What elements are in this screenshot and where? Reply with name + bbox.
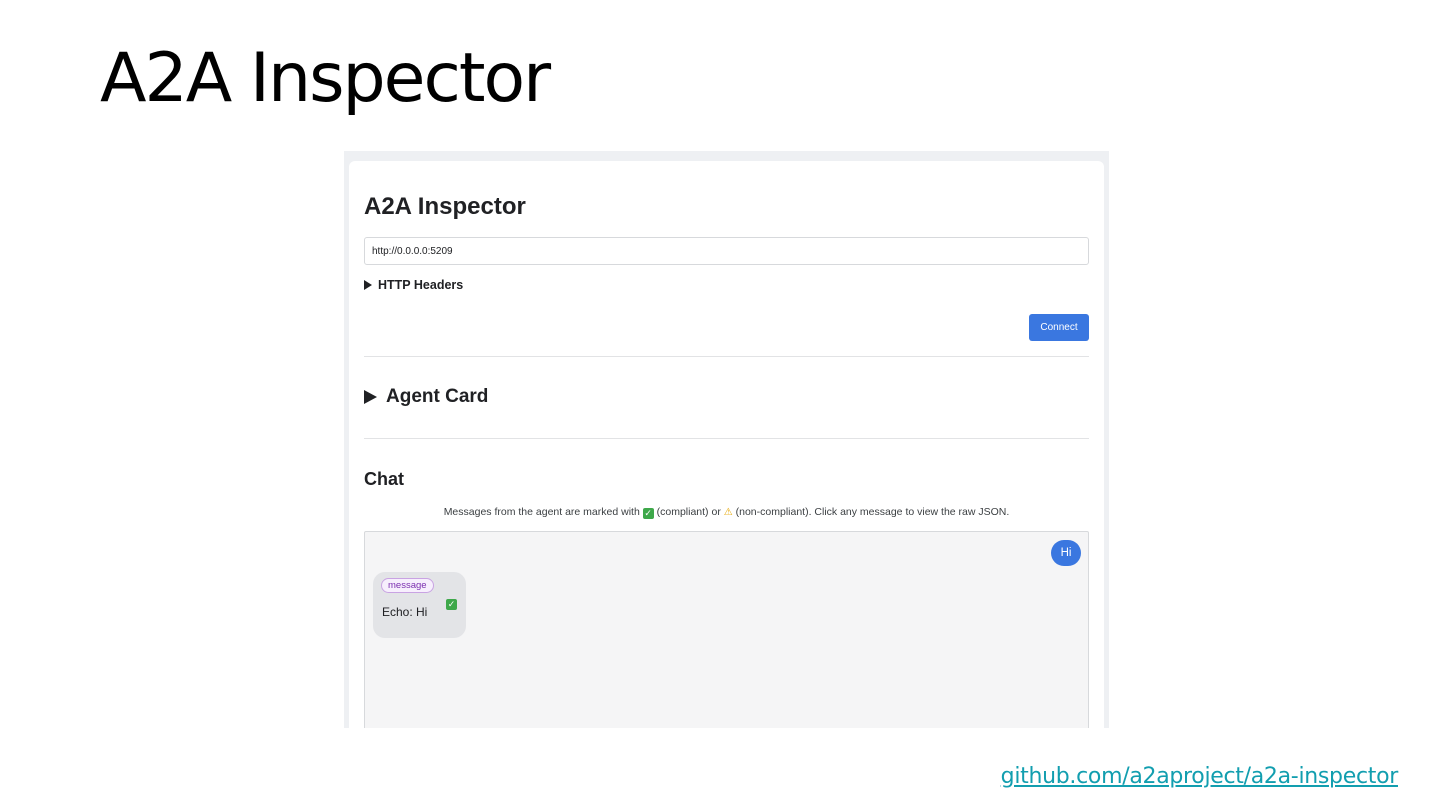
- inspector-card: A2A Inspector HTTP Headers Connect Agent…: [349, 161, 1104, 728]
- divider: [364, 356, 1089, 357]
- triangle-right-icon: [364, 390, 377, 404]
- agent-message-text: Echo: Hi: [382, 605, 428, 619]
- agent-message-bubble[interactable]: message Echo: Hi ✓: [373, 572, 466, 638]
- message-kind-badge: message: [381, 578, 434, 593]
- http-headers-toggle[interactable]: HTTP Headers: [364, 278, 463, 292]
- connect-button[interactable]: Connect: [1029, 314, 1089, 341]
- chat-hint-prefix: Messages from the agent are marked with: [443, 506, 640, 518]
- agent-url-input[interactable]: [364, 237, 1089, 265]
- warning-icon: ⚠: [723, 507, 733, 518]
- screenshot-frame: A2A Inspector HTTP Headers Connect Agent…: [344, 151, 1109, 728]
- triangle-right-icon: [364, 280, 372, 290]
- chat-hint: Messages from the agent are marked with …: [364, 506, 1089, 519]
- divider: [364, 438, 1089, 439]
- chat-title: Chat: [364, 469, 404, 489]
- chat-hint-noncompliant: (non-compliant). Click any message to vi…: [735, 506, 1010, 518]
- agent-card-label: Agent Card: [386, 386, 489, 407]
- slide-title: A2A Inspector: [100, 39, 551, 118]
- agent-card-toggle[interactable]: Agent Card: [364, 386, 488, 408]
- chat-messages-area[interactable]: Hi message Echo: Hi ✓: [364, 531, 1089, 728]
- check-mark-icon: ✓: [642, 508, 654, 519]
- check-mark-icon: ✓: [446, 599, 457, 610]
- http-headers-label: HTTP Headers: [378, 278, 464, 292]
- chat-hint-compliant: (compliant) or: [656, 506, 721, 518]
- user-message-bubble[interactable]: Hi: [1051, 540, 1081, 566]
- app-title: A2A Inspector: [364, 193, 526, 220]
- repo-link[interactable]: github.com/a2aproject/a2a-inspector: [1001, 764, 1399, 789]
